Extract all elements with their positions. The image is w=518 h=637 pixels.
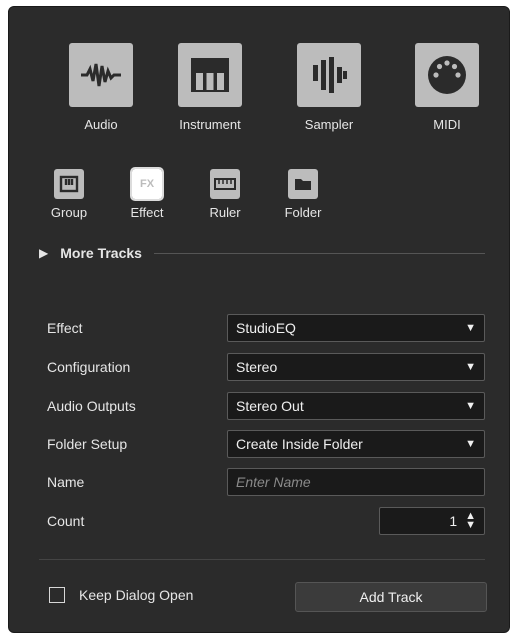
spinner-arrows-icon[interactable]: ▲ ▼ [465, 511, 476, 531]
effect-value: StudioEQ [236, 320, 296, 336]
more-tracks-toggle[interactable]: ▶ More Tracks [39, 243, 485, 263]
folder-icon [288, 169, 318, 199]
track-type-label: Audio [84, 117, 118, 132]
track-type-label: Ruler [209, 205, 241, 220]
effect-label: Effect [47, 320, 83, 336]
folder-setup-value: Create Inside Folder [236, 436, 363, 452]
dropdown-arrow-icon: ▼ [465, 361, 476, 373]
folder-setup-select[interactable]: Create Inside Folder ▼ [227, 430, 485, 458]
audio-outputs-value: Stereo Out [236, 398, 304, 414]
folder-setup-row: Folder Setup Create Inside Folder ▼ [47, 429, 487, 459]
keep-dialog-open-label: Keep Dialog Open [79, 587, 194, 603]
dropdown-arrow-icon: ▼ [465, 400, 476, 412]
fx-icon-text: FX [139, 178, 155, 190]
track-type-ruler[interactable]: Ruler [195, 169, 255, 220]
effect-row: Effect StudioEQ ▼ [47, 313, 487, 343]
waveform-icon [69, 43, 133, 107]
dropdown-arrow-icon: ▼ [465, 438, 476, 450]
name-input[interactable]: Enter Name [227, 468, 485, 496]
track-type-label: Group [50, 205, 88, 220]
footer-divider [39, 559, 485, 560]
count-label: Count [47, 513, 85, 529]
midi-connector-icon [415, 43, 479, 107]
track-type-folder[interactable]: Folder [273, 169, 333, 220]
folder-setup-label: Folder Setup [47, 436, 128, 452]
count-value: 1 [449, 513, 458, 529]
configuration-label: Configuration [47, 359, 131, 375]
track-type-row: Audio Instrument Sampler MIDI [9, 43, 509, 143]
sampler-bars-icon [297, 43, 361, 107]
section-divider [153, 252, 485, 254]
add-track-button[interactable]: Add Track [295, 582, 487, 612]
add-track-dialog: Audio Instrument Sampler MIDI Group FX E… [8, 6, 510, 633]
track-type-sampler[interactable]: Sampler [284, 43, 374, 132]
keep-dialog-open-checkbox[interactable] [49, 587, 65, 603]
keep-dialog-open-option[interactable]: Keep Dialog Open [49, 587, 193, 603]
more-tracks-label: More Tracks [60, 245, 142, 261]
configuration-select[interactable]: Stereo ▼ [227, 353, 485, 381]
track-type-group[interactable]: Group [39, 169, 99, 220]
piano-keys-icon [178, 43, 242, 107]
count-stepper[interactable]: 1 ▲ ▼ [379, 507, 485, 535]
track-type-label: Sampler [304, 117, 354, 132]
configuration-value: Stereo [236, 359, 278, 375]
name-placeholder: Enter Name [236, 474, 311, 490]
audio-outputs-row: Audio Outputs Stereo Out ▼ [47, 391, 487, 421]
group-icon [54, 169, 84, 199]
audio-outputs-select[interactable]: Stereo Out ▼ [227, 392, 485, 420]
track-type-label: MIDI [433, 117, 461, 132]
track-type-midi[interactable]: MIDI [402, 43, 492, 132]
ruler-icon [210, 169, 240, 199]
track-type-audio[interactable]: Audio [56, 43, 146, 132]
track-type-instrument[interactable]: Instrument [165, 43, 255, 132]
more-track-type-row: Group FX Effect Ruler Folder [9, 167, 509, 229]
expand-triangle-icon: ▶ [39, 246, 49, 260]
effect-select[interactable]: StudioEQ ▼ [227, 314, 485, 342]
fx-icon: FX [130, 167, 164, 201]
track-type-label: Folder [284, 205, 322, 220]
name-label: Name [47, 474, 85, 490]
count-row: Count 1 ▲ ▼ [47, 506, 487, 536]
track-type-effect[interactable]: FX Effect [117, 167, 177, 220]
name-row: Name Enter Name [47, 467, 487, 497]
configuration-row: Configuration Stereo ▼ [47, 352, 487, 382]
audio-outputs-label: Audio Outputs [47, 398, 136, 414]
track-type-label: Instrument [179, 117, 241, 132]
track-type-label: Effect [130, 205, 164, 220]
dropdown-arrow-icon: ▼ [465, 322, 476, 334]
